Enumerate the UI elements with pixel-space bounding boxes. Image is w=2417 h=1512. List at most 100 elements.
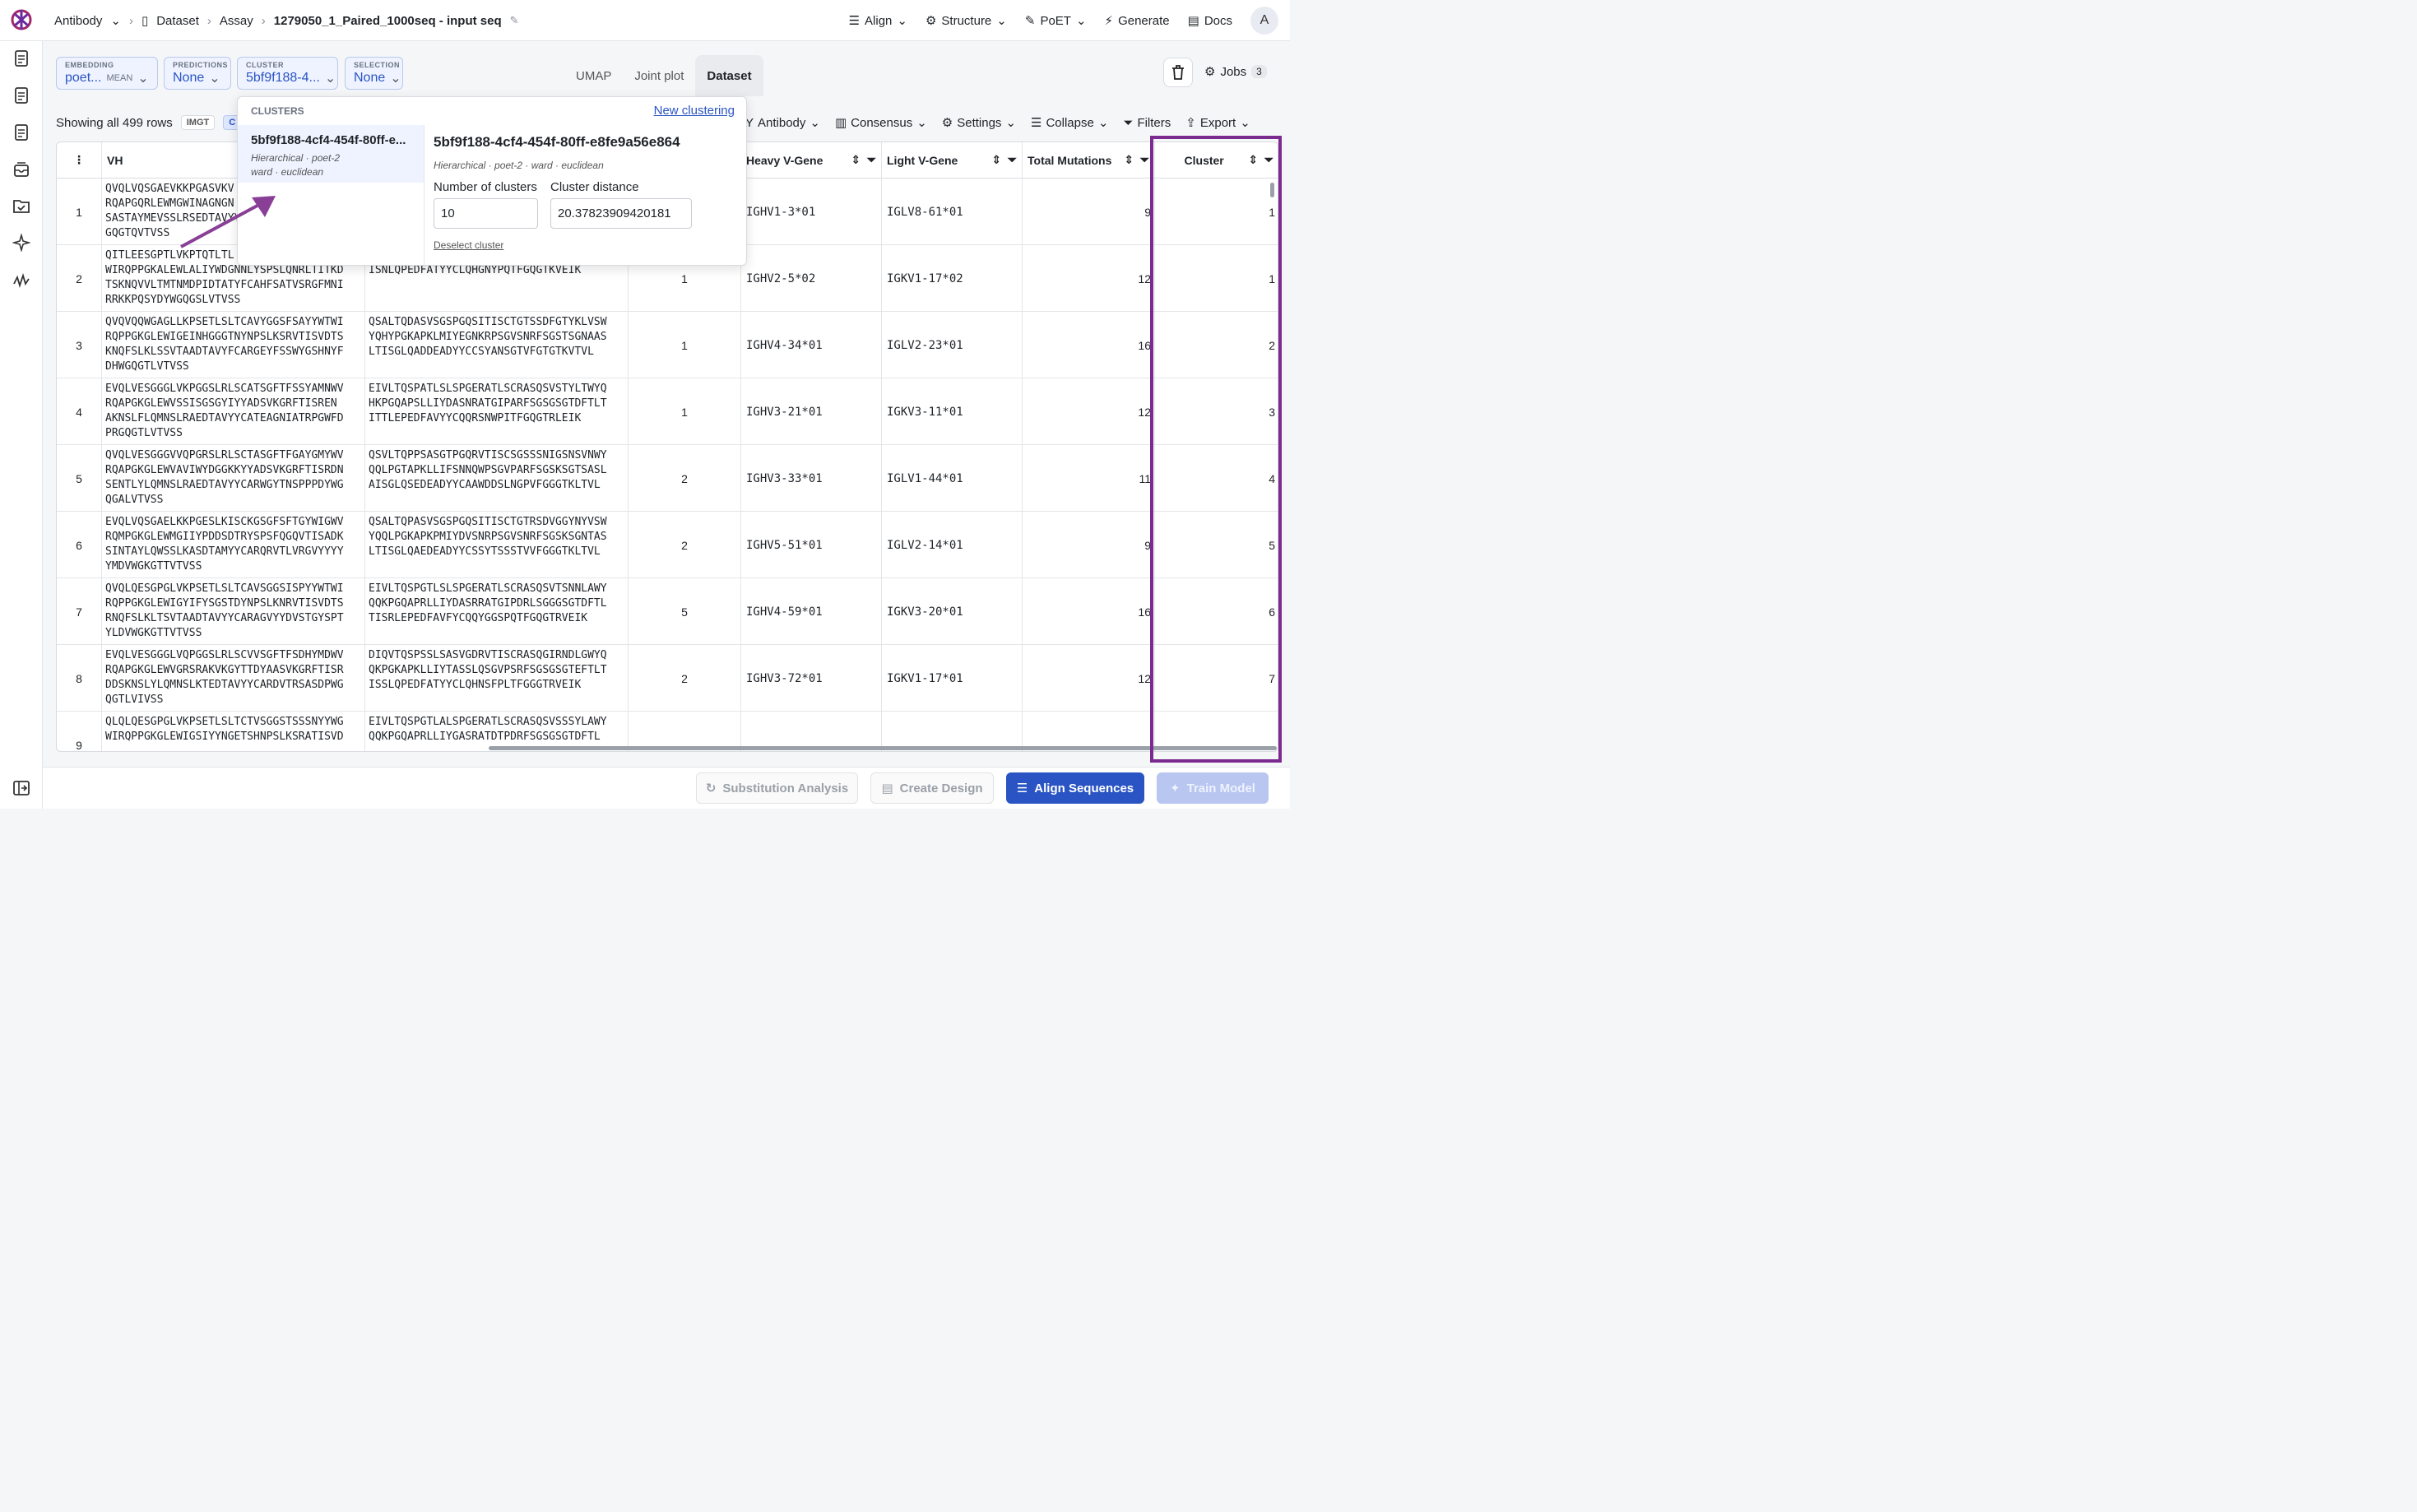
- top-bar: Antibody ⌄ › ▯ Dataset › Assay › 1279050…: [0, 0, 1290, 41]
- docs-link[interactable]: ▤ Docs: [1188, 13, 1232, 29]
- num-clusters-label: Number of clusters: [434, 180, 537, 194]
- waveform-icon[interactable]: [12, 271, 30, 289]
- poet-menu[interactable]: ✎ PoET ⌄: [1025, 13, 1087, 29]
- header-total-mutations[interactable]: Total Mutations ⇕ ⏷: [1023, 142, 1155, 179]
- total-mutations-cell: 12: [1023, 378, 1155, 445]
- sequence-line: SENTLYLQMNSLRAEDTAVYYCARWGYTNSPPPDYWG: [105, 479, 344, 491]
- filter-icon: ⏷: [1139, 153, 1149, 166]
- light-vgene-cell: IGLV2-23*01: [882, 312, 1023, 378]
- breadcrumb-current: 1279050_1_Paired_1000seq - input seq: [273, 13, 502, 28]
- breadcrumb-antibody[interactable]: Antibody: [54, 14, 102, 28]
- vh-sequence: QLQLQESGPGLVKPSETLSLTCTVSGGSTSSSNYYWG WIR…: [102, 712, 365, 751]
- sequence-line: RQAPGKGLEWVGRSRAKVKGYTTDYAASVKGRFTISR: [105, 664, 344, 676]
- edit-pencil-icon[interactable]: ✎: [510, 14, 519, 27]
- sparkle-icon[interactable]: [12, 234, 30, 252]
- table-row[interactable]: 8 EVQLVESGGGLVQPGGSLRLSCVVSGFTFSDHYMDWV RQ…: [57, 645, 1278, 712]
- light-vgene-cell: IGKV3-20*01: [882, 578, 1023, 645]
- document-icon[interactable]: [12, 49, 30, 67]
- total-mutations-cell: 16: [1023, 578, 1155, 645]
- num-clusters-input[interactable]: 10: [434, 198, 538, 229]
- tray-icon[interactable]: [12, 160, 30, 179]
- substitution-analysis-button[interactable]: ↻ Substitution Analysis: [696, 772, 858, 804]
- vh-sequence: QVQVQQWGAGLLKPSETLSLTCAVYGGSFSAYYWTWI RQP…: [102, 312, 365, 378]
- table-row[interactable]: 4 EVQLVESGGGLVKPGGSLRLSCATSGFTFSSYAMNWV RQ…: [57, 378, 1278, 445]
- vl-sequence: EIVLTQSPATLSLSPGERATLSCRASQSVSTYLTWYQ HKP…: [365, 378, 629, 445]
- popup-header: CLUSTERS: [251, 105, 304, 117]
- table-row[interactable]: 6 EVQLVQSGAELKKPGESLKISCKGSGFSFTGYWIGWV RQ…: [57, 512, 1278, 578]
- tab-joint-plot[interactable]: Joint plot: [623, 55, 695, 96]
- sequence-line: EVQLVESGGGLVQPGGSLRLSCVVSGFTFSDHYMDWV: [105, 649, 344, 661]
- export-menu[interactable]: ⇪ Export ⌄: [1185, 115, 1250, 131]
- chevron-down-icon: ⌄: [1075, 14, 1087, 28]
- filters-button[interactable]: ⏷ Filters: [1123, 116, 1171, 130]
- heavy-vgene-cell: IGHV2-5*02: [741, 245, 882, 312]
- delete-button[interactable]: [1163, 58, 1193, 87]
- new-clustering-link[interactable]: New clustering: [654, 104, 735, 118]
- total-mutations-cell: 11: [1023, 445, 1155, 512]
- chevron-right-icon: ›: [261, 13, 266, 28]
- chevron-down-icon: ⌄: [1005, 116, 1017, 130]
- breadcrumb-assay[interactable]: Assay: [220, 14, 253, 28]
- cluster-id-cell: 2: [629, 512, 741, 578]
- view-tabs: UMAP Joint plot Dataset: [564, 55, 763, 96]
- cluster-list-item[interactable]: 5bf9f188-4cf4-454f-80ff-e... Hierarchica…: [238, 125, 424, 183]
- chevron-down-icon: ⌄: [897, 14, 907, 28]
- heavy-vgene-cell: IGHV1-3*01: [741, 179, 882, 245]
- tab-umap[interactable]: UMAP: [564, 55, 623, 96]
- avatar[interactable]: A: [1250, 7, 1278, 35]
- sequence-line: EIVLTQSPATLSLSPGERATLSCRASQSVSTYLTWYQ: [369, 383, 607, 395]
- sequence-line: DHWGQGTLVTVSS: [105, 360, 189, 373]
- folder-check-icon[interactable]: [12, 197, 30, 215]
- chevron-down-icon: ⌄: [1240, 116, 1250, 130]
- document-icon[interactable]: [12, 123, 30, 141]
- table-row[interactable]: 7 QVQLQESGPGLVKPSETLSLTCAVSGGSISPYYWTWI RQ…: [57, 578, 1278, 645]
- collapse-menu[interactable]: ☰ Collapse ⌄: [1031, 115, 1108, 131]
- jobs-button[interactable]: ⚙ Jobs 3: [1204, 64, 1267, 79]
- sequence-line: SINTAYLQWSSLKASDTAMYYCARQRVTLVRGVYYYY: [105, 545, 344, 558]
- sequence-line: EIVLTQSPGTLALSPGERATLSCRASQSVSSSYLAWY: [369, 716, 607, 728]
- total-mutations-cell: 12: [1023, 245, 1155, 312]
- cluster-select[interactable]: CLUSTER 5bf9f188-4... ⌄: [237, 57, 338, 90]
- create-design-button[interactable]: ▤ Create Design: [870, 772, 994, 804]
- header-heavy-vgene[interactable]: Heavy V-Gene ⇕ ⏷: [741, 142, 882, 179]
- train-model-button[interactable]: ✦ Train Model: [1157, 772, 1269, 804]
- embedding-select[interactable]: EMBEDDING poet... MEAN ⌄: [56, 57, 158, 90]
- chevron-down-icon[interactable]: ⌄: [110, 13, 121, 28]
- deselect-cluster-link[interactable]: Deselect cluster: [434, 239, 503, 251]
- table-row[interactable]: 5 QVQLVESGGGVVQPGRSLRLSCTASGFTFGAYGMYWV RQ…: [57, 445, 1278, 512]
- column-menu-icon[interactable]: ⋮: [57, 142, 102, 179]
- antibody-menu[interactable]: Y Antibody ⌄: [745, 115, 820, 131]
- predictions-select[interactable]: PREDICTIONS None ⌄: [164, 57, 231, 90]
- consensus-menu[interactable]: ▥ Consensus ⌄: [835, 115, 927, 131]
- table-row[interactable]: 3 QVQVQQWGAGLLKPSETLSLTCAVYGGSFSAYYWTWI RQ…: [57, 312, 1278, 378]
- imgt-chip[interactable]: IMGT: [180, 115, 216, 130]
- align-menu[interactable]: ☰ Align ⌄: [849, 13, 907, 29]
- top-nav: ☰ Align ⌄ ⚙ Structure ⌄ ✎ PoET ⌄ ⚡ Generate ▤ Do…: [849, 0, 1290, 41]
- light-vgene-cell: IGLV1-44*01: [882, 445, 1023, 512]
- sequence-line: AISGLQSEDEADYYCAAWDDSLNGPVFGGGTKLTVL: [369, 479, 601, 491]
- generate-link[interactable]: ⚡ Generate: [1105, 13, 1170, 29]
- sequence-line: QKPGKAPKLLIYTASSLQSGVPSRFSGSGSGTEFTLT: [369, 664, 607, 676]
- expand-sidebar-icon[interactable]: [12, 779, 30, 797]
- tab-dataset[interactable]: Dataset: [695, 55, 763, 96]
- document-icon[interactable]: [12, 86, 30, 104]
- cluster-distance-input[interactable]: 20.37823909420181: [550, 198, 692, 229]
- settings-menu[interactable]: ⚙ Settings ⌄: [942, 115, 1017, 131]
- structure-menu[interactable]: ⚙ Structure ⌄: [926, 13, 1007, 29]
- align-sequences-button[interactable]: ☰ Align Sequences: [1006, 772, 1144, 804]
- sequence-line: QVQLQESGPGLVKPSETLSLTCAVSGGSISPYYWTWI: [105, 582, 344, 595]
- sequence-line: EIVLTQSPGTLSLSPGERATLSCRASQSVTSNNLAWY: [369, 582, 607, 595]
- vh-sequence: EVQLVESGGGLVQPGGSLRLSCVVSGFTFSDHYMDWV RQA…: [102, 645, 365, 712]
- sequence-line: AKNSLFLQMNSLRAEDTAVYYCATEAGNIATRPGWFD: [105, 412, 344, 424]
- breadcrumb-dataset[interactable]: Dataset: [156, 14, 199, 28]
- row-index: 8: [57, 645, 102, 712]
- vl-sequence: EIVLTQSPGTLSLSPGERATLSCRASQSVTSNNLAWY QQK…: [365, 578, 629, 645]
- light-vgene-cell: IGLV8-61*01: [882, 179, 1023, 245]
- row-index: 5: [57, 445, 102, 512]
- sequence-line: RNQFSLKLTSVTAADTAVYYCARAGVYYDVSTGYSPT: [105, 612, 344, 624]
- annotation-arrow-icon: [180, 196, 276, 248]
- header-light-vgene[interactable]: Light V-Gene ⇕ ⏷: [882, 142, 1023, 179]
- app-logo-icon[interactable]: [10, 7, 33, 32]
- heavy-vgene-cell: IGHV4-59*01: [741, 578, 882, 645]
- selection-select[interactable]: SELECTION None ⌄: [345, 57, 403, 90]
